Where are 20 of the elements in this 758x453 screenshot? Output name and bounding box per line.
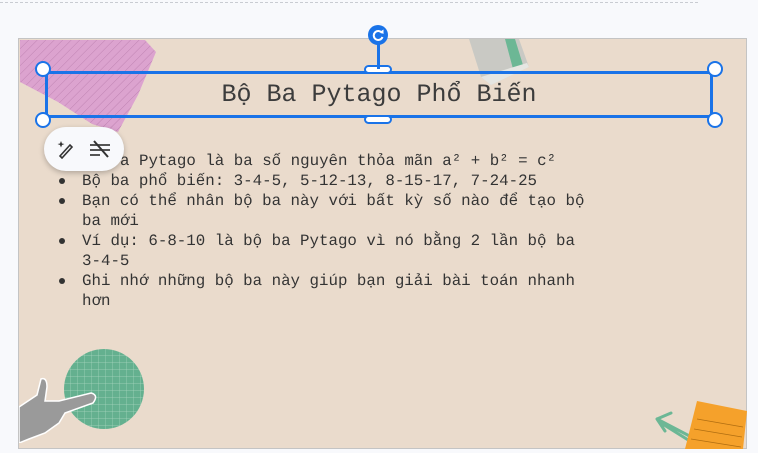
bullet-icon	[59, 178, 65, 184]
bullet-text: Bộ ba phổ biến: 3-4-5, 5-12-13, 8-15-17, 7-24-25	[82, 171, 538, 191]
notepaper-drawing	[685, 401, 747, 449]
rotate-handle[interactable]	[367, 24, 389, 46]
bullet-text: Bạn có thể nhân bộ ba này với bất kỳ số nào để tạo bộ ba mới	[82, 191, 586, 231]
resize-handle[interactable]	[35, 112, 51, 128]
bullet-text: Ghi nhớ những bộ ba này giúp bạn giải bài toán nhanh hơn	[82, 271, 576, 311]
resize-handle[interactable]	[364, 65, 392, 74]
clear-formatting-icon[interactable]	[88, 139, 112, 159]
resize-handle[interactable]	[364, 115, 392, 124]
bullet-icon	[59, 238, 65, 244]
magic-wand-icon[interactable]	[56, 139, 76, 159]
resize-handle[interactable]	[707, 61, 723, 77]
selection-frame[interactable]	[45, 71, 713, 118]
bullet-text: a Pytago là ba số nguyên thỏa mãn a² + b² = c²	[120, 151, 558, 171]
bullet-icon	[59, 278, 65, 284]
bullet-text: Ví dụ: 6-8-10 là bộ ba Pytago vì nó bằng 2 lần bộ ba 3-4-5	[82, 231, 576, 271]
bullet-icon	[59, 198, 65, 204]
slide-title: Bộ Ba Pytago Phổ Biến	[221, 80, 537, 109]
resize-handle[interactable]	[707, 112, 723, 128]
